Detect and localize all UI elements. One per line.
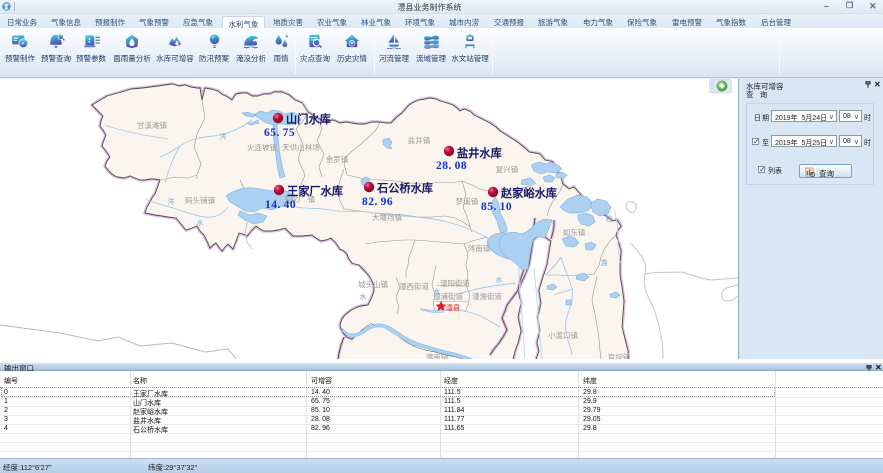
svg-text:复兴镇: 复兴镇 <box>496 164 519 174</box>
svg-text:梦溪镇: 梦溪镇 <box>456 196 479 206</box>
svg-text:火连坡镇: 火连坡镇 <box>247 142 277 152</box>
svg-text:涔: 涔 <box>220 132 227 141</box>
svg-text:28. 08: 28. 08 <box>436 160 467 172</box>
svg-text:澧南镇: 澧南镇 <box>426 352 449 359</box>
svg-text:水: 水 <box>434 287 441 296</box>
svg-text:澧西街道: 澧西街道 <box>399 281 429 291</box>
svg-text:14. 40: 14. 40 <box>265 199 296 211</box>
svg-text:如东镇: 如东镇 <box>563 227 586 237</box>
svg-text:澧阳街道: 澧阳街道 <box>440 278 470 288</box>
svg-text:涔南镇: 涔南镇 <box>468 243 491 253</box>
svg-text:松: 松 <box>606 214 613 223</box>
svg-text:澧澹街道: 澧澹街道 <box>472 291 502 301</box>
svg-text:65. 75: 65. 75 <box>264 127 295 139</box>
svg-text:石公桥水库: 石公桥水库 <box>376 181 433 195</box>
svg-text:85. 10: 85. 10 <box>481 201 512 213</box>
svg-text:城头山镇: 城头山镇 <box>358 279 388 289</box>
svg-text:官垸镇: 官垸镇 <box>608 352 631 359</box>
svg-text:涔: 涔 <box>168 197 175 206</box>
svg-text:水: 水 <box>197 218 204 227</box>
svg-text:王家厂水库: 王家厂水库 <box>287 184 343 198</box>
svg-text:甘溪滩镇: 甘溪滩镇 <box>137 120 167 130</box>
svg-text:山门水库: 山门水库 <box>286 112 331 126</box>
svg-text:大堰垱镇: 大堰垱镇 <box>372 212 402 222</box>
svg-text:澧县: 澧县 <box>446 303 460 312</box>
svg-text:水: 水 <box>360 292 367 301</box>
svg-text:盐井镇: 盐井镇 <box>408 135 431 145</box>
svg-text:码头铺镇: 码头铺镇 <box>185 195 215 205</box>
svg-text:82. 96: 82. 96 <box>362 196 393 208</box>
svg-text:金罗镇: 金罗镇 <box>326 154 349 164</box>
svg-text:水: 水 <box>496 275 503 284</box>
svg-text:天供山林场: 天供山林场 <box>282 142 320 152</box>
svg-text:盐井水库: 盐井水库 <box>457 146 502 160</box>
svg-text:小渡口镇: 小渡口镇 <box>548 330 578 340</box>
svg-text:赵家峪水库: 赵家峪水库 <box>500 186 557 200</box>
svg-text:澹: 澹 <box>601 258 608 267</box>
